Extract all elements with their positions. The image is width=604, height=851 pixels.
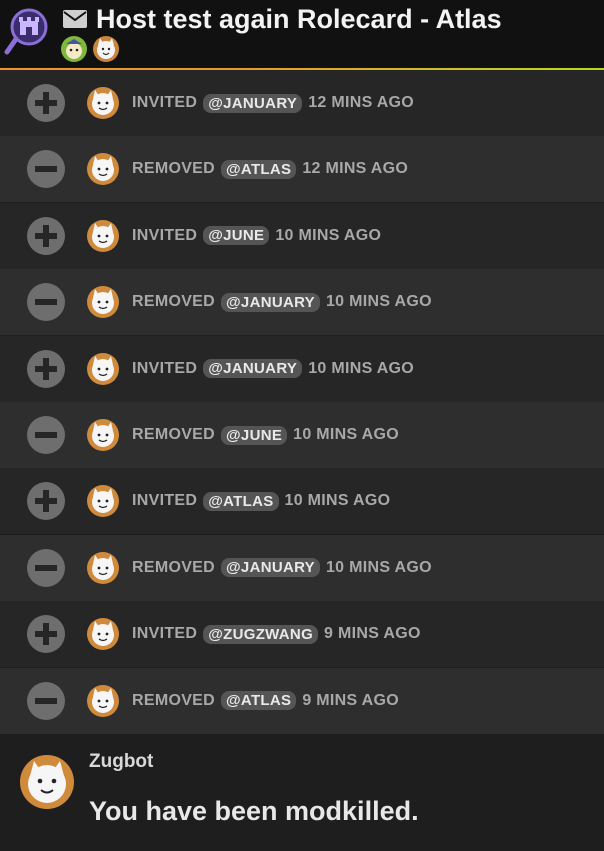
minus-circle-icon [27, 681, 65, 720]
user-mention[interactable]: @ATLAS [221, 159, 297, 179]
event-text: INVITED @ATLAS 10 MINS AGO [132, 491, 391, 511]
avatar-battle-cat[interactable] [92, 35, 120, 63]
actor-avatar[interactable] [86, 551, 120, 585]
plus-circle-icon [27, 84, 65, 122]
actor-avatar[interactable] [86, 684, 120, 718]
actor-avatar[interactable] [86, 352, 120, 386]
event-text: INVITED @JUNE 10 MINS AGO [132, 226, 381, 246]
event-row: REMOVED @ATLAS 9 MINS AGO [0, 667, 604, 734]
minus-circle-icon [27, 548, 65, 587]
event-text: INVITED @JANUARY 10 MINS AGO [132, 359, 414, 379]
event-row: REMOVED @JANUARY 10 MINS AGO [0, 269, 604, 336]
event-row: REMOVED @JANUARY 10 MINS AGO [0, 534, 604, 601]
event-verb: INVITED [132, 359, 198, 377]
avatar-atlas[interactable] [60, 35, 88, 63]
event-verb: INVITED [132, 492, 198, 510]
event-time[interactable]: 10 MINS AGO [308, 360, 414, 378]
minus-circle-icon [27, 416, 65, 454]
event-time[interactable]: 10 MINS AGO [326, 293, 432, 311]
event-verb: INVITED [132, 94, 198, 111]
event-text: REMOVED @JUNE 10 MINS AGO [132, 425, 399, 445]
participant-list [60, 35, 120, 63]
event-text: INVITED @ZUGZWANG 9 MINS AGO [132, 624, 421, 644]
event-time[interactable]: 12 MINS AGO [308, 94, 414, 112]
plus-circle-icon [27, 482, 65, 521]
post-body: You have been modkilled. [89, 796, 419, 826]
event-row: INVITED @ZUGZWANG 9 MINS AGO [0, 601, 604, 668]
minus-circle-icon [27, 283, 65, 322]
event-text: REMOVED @JANUARY 10 MINS AGO [132, 292, 432, 312]
plus-circle-icon [27, 349, 65, 388]
event-time[interactable]: 12 MINS AGO [302, 160, 408, 178]
castle-magnifier-icon[interactable] [4, 6, 50, 56]
plus-circle-icon [27, 615, 65, 654]
plus-circle-icon [27, 216, 65, 255]
actor-avatar[interactable] [86, 152, 120, 186]
user-mention[interactable]: @JANUARY [221, 558, 320, 578]
user-mention[interactable]: @ZUGZWANG [203, 624, 319, 644]
event-verb: REMOVED [132, 293, 215, 311]
actor-avatar[interactable] [86, 484, 120, 518]
minus-circle-icon [27, 150, 65, 189]
user-mention[interactable]: @ATLAS [203, 491, 279, 511]
post-author[interactable]: Zugbot [89, 751, 153, 773]
event-text: INVITED @JANUARY 12 MINS AGO [132, 93, 414, 113]
event-verb: REMOVED [132, 160, 215, 178]
event-time[interactable]: 9 MINS AGO [302, 692, 399, 710]
event-verb: REMOVED [132, 426, 215, 443]
actor-avatar[interactable] [86, 617, 120, 651]
actor-avatar[interactable] [86, 418, 120, 452]
event-row: REMOVED @ATLAS 12 MINS AGO [0, 136, 604, 203]
event-verb: REMOVED [132, 691, 215, 709]
event-text: REMOVED @ATLAS 12 MINS AGO [132, 159, 408, 179]
actor-avatar[interactable] [86, 285, 120, 319]
event-row: REMOVED @JUNE 10 MINS AGO [0, 402, 604, 468]
user-mention[interactable]: @JUNE [221, 425, 288, 445]
post: Zugbot You have been modkilled. [0, 734, 604, 851]
event-text: REMOVED @ATLAS 9 MINS AGO [132, 691, 399, 711]
event-verb: INVITED [132, 226, 198, 244]
event-time[interactable]: 10 MINS AGO [275, 227, 381, 245]
event-row: INVITED @ATLAS 10 MINS AGO [0, 468, 604, 535]
event-verb: INVITED [132, 625, 198, 643]
event-row: INVITED @JANUARY 12 MINS AGO [0, 70, 604, 136]
event-verb: REMOVED [132, 558, 215, 576]
user-mention[interactable]: @JANUARY [221, 292, 320, 312]
event-time[interactable]: 10 MINS AGO [326, 559, 432, 577]
event-time[interactable]: 9 MINS AGO [324, 625, 421, 643]
event-time[interactable]: 10 MINS AGO [293, 426, 399, 444]
event-row: INVITED @JUNE 10 MINS AGO [0, 202, 604, 269]
topic-header: Host test again Rolecard - Atlas [0, 0, 604, 71]
user-mention[interactable]: @JANUARY [203, 359, 303, 379]
topic-title[interactable]: Host test again Rolecard - Atlas [96, 4, 502, 35]
event-row: INVITED @JANUARY 10 MINS AGO [0, 335, 604, 402]
event-time[interactable]: 10 MINS AGO [285, 492, 391, 510]
event-text: REMOVED @JANUARY 10 MINS AGO [132, 558, 432, 578]
user-mention[interactable]: @ATLAS [221, 691, 297, 711]
actor-avatar[interactable] [86, 219, 120, 253]
envelope-icon [63, 10, 87, 28]
user-mention[interactable]: @JANUARY [203, 93, 303, 113]
user-mention[interactable]: @JUNE [203, 226, 270, 246]
author-avatar[interactable] [19, 754, 75, 810]
actor-avatar[interactable] [86, 86, 120, 120]
